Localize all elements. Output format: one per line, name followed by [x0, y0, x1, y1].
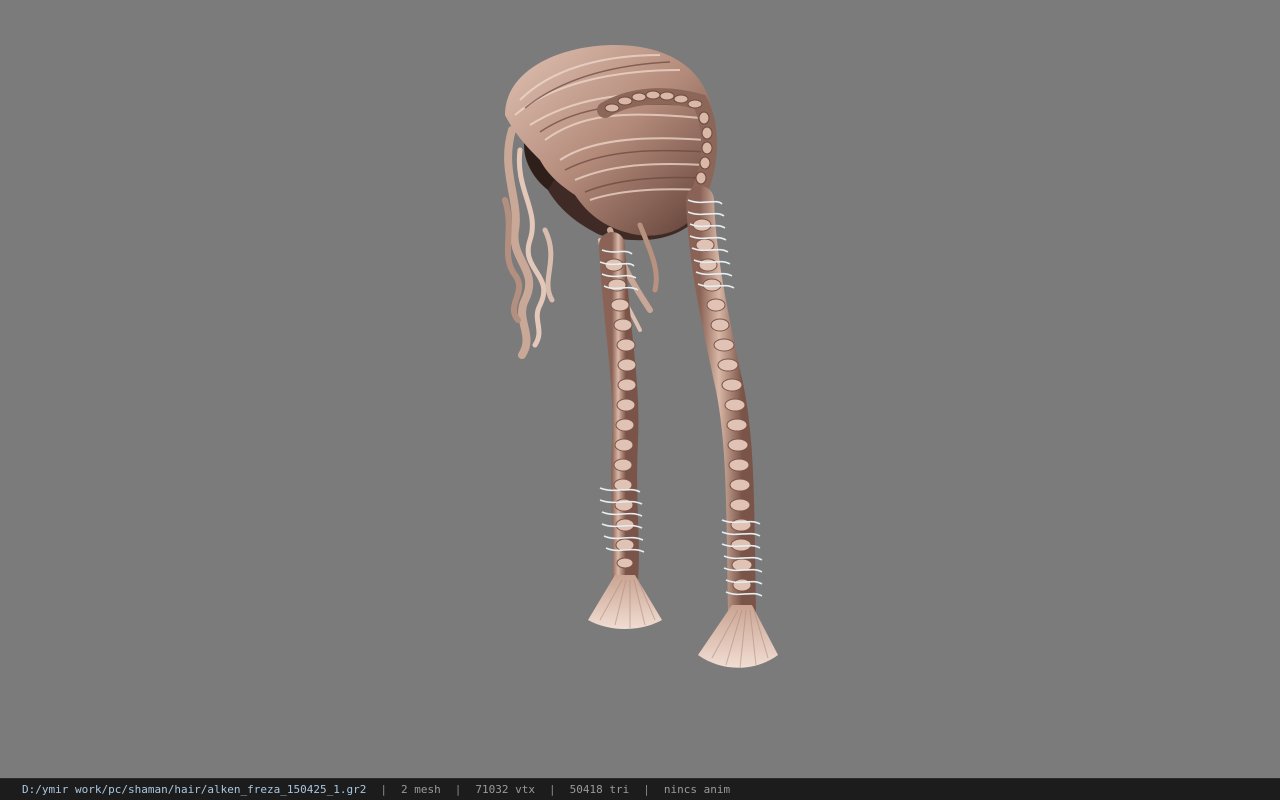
- 3d-viewport[interactable]: [0, 0, 1280, 778]
- file-path: D:/ymir work/pc/shaman/hair/alken_freza_…: [22, 783, 367, 796]
- mesh-count: 2 mesh: [401, 783, 441, 796]
- separator: |: [454, 783, 462, 796]
- left-braid: [588, 232, 662, 629]
- separator: |: [548, 783, 556, 796]
- animation-status: nincs anim: [663, 783, 731, 796]
- triangle-count: 50418 tri: [569, 783, 630, 796]
- right-braid-tassel: [698, 605, 778, 668]
- vertex-count: 71032 vtx: [475, 783, 535, 796]
- status-bar: D:/ymir work/pc/shaman/hair/alken_freza_…: [0, 778, 1280, 800]
- hair-model-render: [502, 45, 778, 669]
- separator: |: [380, 783, 387, 796]
- hair-cap: [505, 45, 717, 236]
- right-braid: [686, 186, 778, 669]
- separator: |: [643, 783, 650, 796]
